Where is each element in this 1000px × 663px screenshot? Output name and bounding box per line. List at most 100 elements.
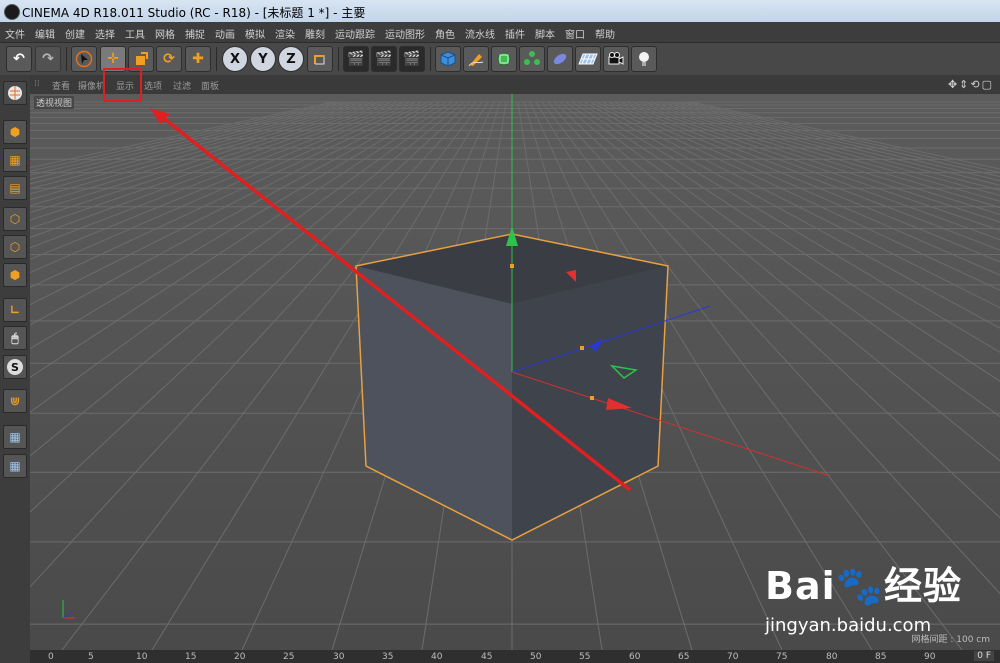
timeline-tick: 15: [185, 652, 197, 662]
menu-character[interactable]: 角色: [430, 22, 460, 45]
select-tool-button[interactable]: [71, 46, 97, 72]
rotate-tool-button[interactable]: ⟳: [156, 46, 182, 72]
floor-grid-icon: [578, 53, 598, 65]
make-editable-icon: [8, 86, 22, 100]
move-plus-icon: ✚: [192, 51, 204, 67]
menu-window[interactable]: 窗口: [560, 22, 590, 45]
axis-mode-button[interactable]: ∟: [3, 298, 27, 322]
planar-workplane-button[interactable]: ▦: [3, 454, 27, 478]
undo-button[interactable]: ↶: [6, 46, 32, 72]
timeline-tick: 50: [530, 652, 542, 662]
cinema4d-logo-icon: [4, 4, 20, 20]
cloner-button[interactable]: [519, 46, 545, 72]
toolbar-divider: [430, 47, 431, 71]
menu-select[interactable]: 选择: [90, 22, 120, 45]
camera-button[interactable]: [603, 46, 629, 72]
render-picture-viewer-button[interactable]: 🎬: [371, 46, 397, 72]
timeline-ruler[interactable]: 0 5 10 15 20 25 30 35 40 45 50 55 60 65 …: [30, 650, 1000, 663]
scale-icon: [136, 52, 148, 65]
menu-motion-tracking[interactable]: 运动跟踪: [330, 22, 380, 45]
menu-edit[interactable]: 编辑: [30, 22, 60, 45]
last-tool-button[interactable]: ✚: [185, 46, 211, 72]
snap-button[interactable]: S: [3, 355, 27, 379]
toolbar-divider: [338, 47, 339, 71]
workplane-mode-button[interactable]: ▤: [3, 176, 27, 200]
cursor-icon: [75, 50, 93, 68]
make-editable-button[interactable]: [3, 81, 27, 105]
tweak-mode-button[interactable]: 🖱: [3, 326, 27, 350]
menu-simulate[interactable]: 模拟: [240, 22, 270, 45]
floor-button[interactable]: [575, 46, 601, 72]
menu-script[interactable]: 脚本: [530, 22, 560, 45]
menu-mograph[interactable]: 运动图形: [380, 22, 430, 45]
menu-help[interactable]: 帮助: [590, 22, 620, 45]
lock-grid-icon: ▦: [9, 430, 21, 444]
watermark-logo: Bai🐾经验: [765, 564, 962, 608]
workplane-icon: ▤: [9, 181, 21, 195]
spline-pen-button[interactable]: [463, 46, 489, 72]
viewport-menu-filter[interactable]: 过滤: [173, 79, 191, 92]
title-bar: CINEMA 4D R18.011 Studio (RC - R18) - [未…: [0, 0, 1000, 22]
timeline-tick: 40: [431, 652, 443, 662]
render-view-button[interactable]: 🎬: [343, 46, 369, 72]
viewport-menu-view[interactable]: 查看: [52, 79, 70, 92]
viewport-menu-cameras[interactable]: 摄像机: [78, 79, 105, 92]
texture-mode-button[interactable]: ▦: [3, 148, 27, 172]
timeline-tick: 55: [579, 652, 591, 662]
subdivision-icon: [497, 52, 511, 66]
menu-create[interactable]: 创建: [60, 22, 90, 45]
cube-model-icon: ⬢: [9, 125, 21, 139]
menu-snap[interactable]: 捕捉: [180, 22, 210, 45]
subdivision-surface-button[interactable]: [491, 46, 517, 72]
clapperboard-icon: 🎬: [347, 51, 365, 67]
left-tool-palette: ⬢ ▦ ▤ ⬡ ⬡ ⬢ ∟ 🖱 S ⋓ ▦ ▦: [0, 76, 30, 663]
viewport-menu-options[interactable]: 选项: [144, 79, 162, 92]
menu-pipeline[interactable]: 流水线: [460, 22, 500, 45]
timeline-tick: 35: [382, 652, 394, 662]
menu-bar: 文件 编辑 创建 选择 工具 网格 捕捉 动画 模拟 渲染 雕刻 运动跟踪 运动图形 角色 流水线 插件 脚本窗…: [0, 22, 1000, 43]
pen-icon: [468, 54, 484, 67]
viewport-menu-panel[interactable]: 面板: [201, 79, 219, 92]
viewport-navigation-icons[interactable]: ✥⇕⟲▢: [948, 78, 994, 91]
snap-s-icon: S: [7, 359, 23, 375]
menu-plugins[interactable]: 插件: [500, 22, 530, 45]
timeline-tick: 5: [88, 652, 94, 662]
timeline-tick: 70: [727, 652, 739, 662]
menu-animate[interactable]: 动画: [210, 22, 240, 45]
toolbar-divider: [66, 47, 67, 71]
polygons-mode-button[interactable]: ⬢: [3, 263, 27, 287]
y-axis-lock-button[interactable]: Y: [250, 46, 276, 72]
magnet-icon: ⋓: [9, 394, 21, 408]
menu-file[interactable]: 文件: [0, 22, 30, 45]
menu-mesh[interactable]: 网格: [150, 22, 180, 45]
planar-grid-icon: ▦: [9, 459, 21, 473]
axis-icon: ∟: [9, 303, 21, 317]
timeline-tick: 90: [924, 652, 936, 662]
current-frame-field[interactable]: 0 F: [974, 651, 994, 661]
rotate-icon: ⟳: [163, 51, 175, 67]
timeline-tick: 60: [629, 652, 641, 662]
menu-tools[interactable]: 工具: [120, 22, 150, 45]
light-button[interactable]: [631, 46, 657, 72]
toolbar-divider: [216, 47, 217, 71]
x-axis-lock-button[interactable]: X: [222, 46, 248, 72]
clapperboard-settings-icon: 🎬: [403, 51, 421, 67]
edges-mode-button[interactable]: ⬡: [3, 235, 27, 259]
checker-cube-icon: ▦: [9, 153, 21, 167]
menu-render[interactable]: 渲染: [270, 22, 300, 45]
points-mode-button[interactable]: ⬡: [3, 207, 27, 231]
main-toolbar: ↶ ↷ ✛ ⟳ ✚ X Y Z 🎬 🎬 🎬: [0, 43, 1000, 75]
lock-workplane-button[interactable]: ▦: [3, 425, 27, 449]
camera-icon: [608, 52, 624, 65]
redo-button[interactable]: ↷: [35, 46, 61, 72]
cube-object-button[interactable]: [435, 46, 461, 72]
timeline-tick: 45: [481, 652, 493, 662]
model-mode-button[interactable]: ⬢: [3, 120, 27, 144]
menu-sculpt[interactable]: 雕刻: [300, 22, 330, 45]
coordinate-system-button[interactable]: [307, 46, 333, 72]
render-settings-button[interactable]: 🎬: [399, 46, 425, 72]
magnet-button[interactable]: ⋓: [3, 389, 27, 413]
window-title: CINEMA 4D R18.011 Studio (RC - R18) - [未…: [22, 6, 366, 20]
deformer-button[interactable]: [547, 46, 573, 72]
z-axis-lock-button[interactable]: Z: [278, 46, 304, 72]
